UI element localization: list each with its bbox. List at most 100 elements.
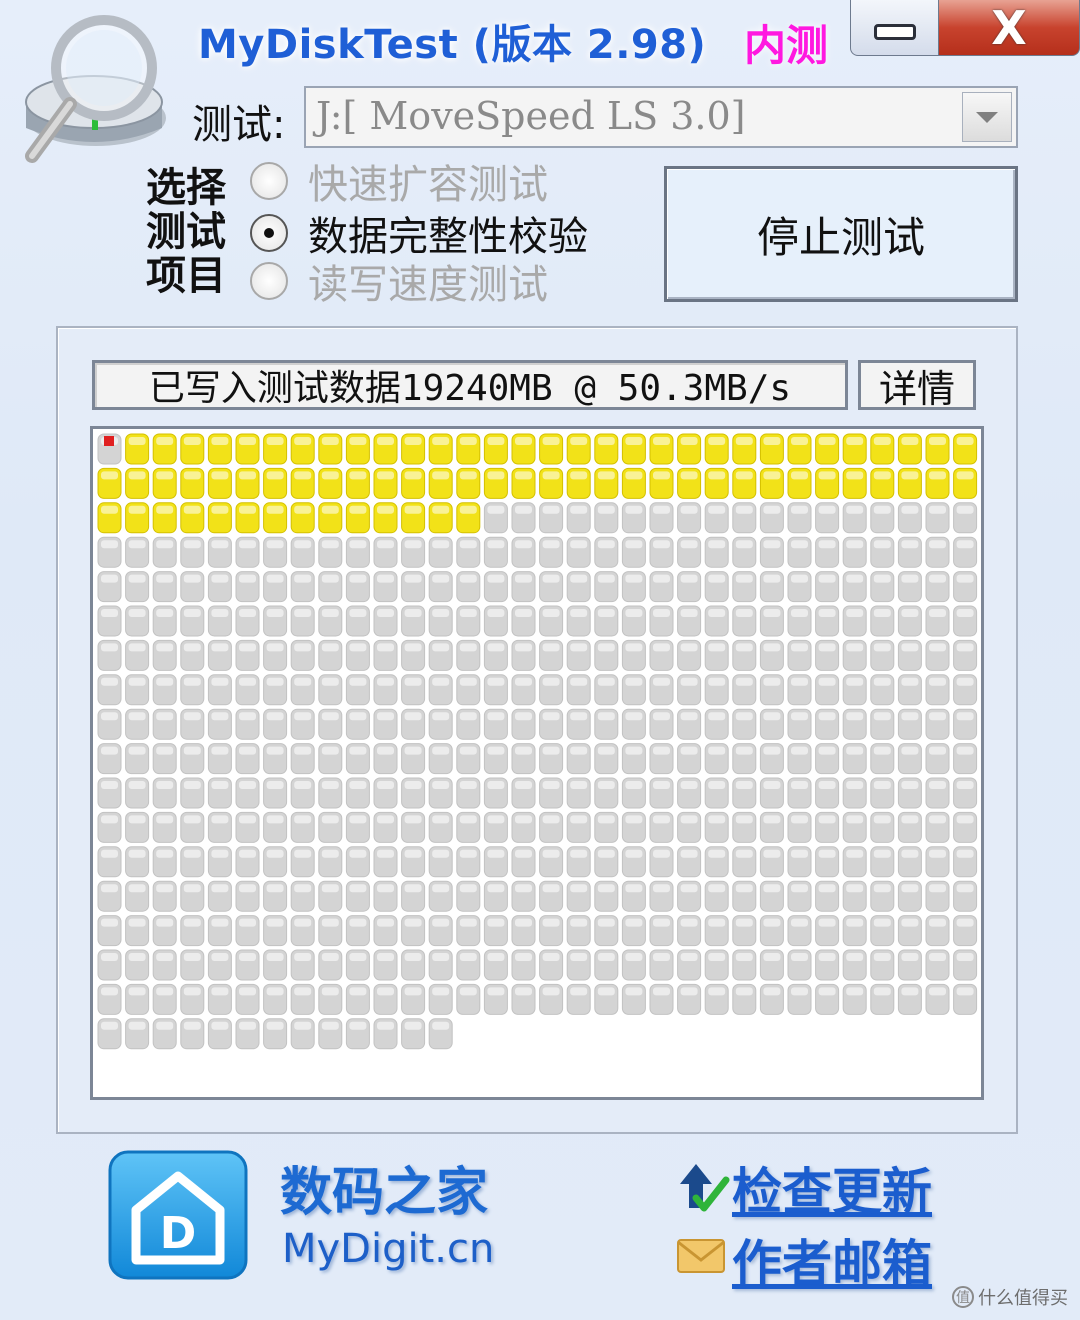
block-highlight — [929, 746, 946, 755]
block-highlight — [404, 609, 422, 617]
block-highlight — [211, 505, 229, 514]
details-button[interactable]: 详情 — [858, 360, 976, 411]
block-highlight — [597, 746, 615, 755]
block-highlight — [404, 505, 422, 514]
block-highlight — [404, 781, 422, 789]
radio-quick-capacity-test[interactable]: 快速扩容测试 — [250, 156, 548, 208]
block-highlight — [597, 815, 615, 824]
mydigit-home-logo-icon[interactable]: D — [106, 1148, 250, 1284]
block-highlight — [349, 781, 367, 789]
radio-button[interactable] — [250, 262, 288, 300]
block-highlight — [542, 849, 560, 858]
block-highlight — [791, 815, 808, 824]
block-highlight — [542, 505, 560, 514]
block-highlight — [956, 609, 974, 617]
block-highlight — [625, 746, 643, 755]
radio-button[interactable] — [250, 162, 288, 200]
block-highlight — [570, 609, 588, 617]
block-highlight — [515, 471, 532, 480]
block-highlight — [570, 471, 588, 480]
block-highlight — [542, 677, 560, 686]
block-highlight — [487, 471, 505, 480]
block-highlight — [735, 643, 753, 652]
progress-group: 已写入测试数据19240MB @ 50.3MB/s 详情 — [56, 326, 1018, 1134]
block-highlight — [156, 918, 174, 927]
block-highlight — [321, 677, 339, 686]
radio-read-write-speed-test[interactable]: 读写速度测试 — [250, 256, 548, 308]
minimize-button[interactable] — [850, 0, 940, 56]
minimize-icon — [874, 23, 916, 40]
close-button[interactable]: X — [938, 0, 1080, 56]
block-highlight — [846, 677, 864, 686]
block-highlight — [183, 746, 201, 755]
block-highlight — [791, 574, 808, 583]
block-highlight — [929, 712, 946, 721]
block-highlight — [101, 884, 118, 893]
block-highlight — [432, 471, 450, 480]
block-highlight — [101, 849, 118, 858]
stop-test-label: 停止测试 — [756, 212, 925, 262]
block-highlight — [625, 574, 643, 583]
author-email-link[interactable]: 作者邮箱 — [732, 1224, 932, 1296]
dropdown-arrow-button[interactable] — [962, 92, 1012, 142]
block-highlight — [156, 471, 174, 480]
mail-icon — [677, 1239, 725, 1273]
block-highlight — [294, 884, 312, 893]
block-highlight — [570, 918, 588, 927]
stop-test-button[interactable]: 停止测试 — [664, 166, 1018, 302]
drive-select[interactable]: J:[ MoveSpeed LS 3.0] — [304, 86, 1018, 148]
block-highlight — [653, 918, 670, 927]
block-highlight — [404, 471, 422, 480]
block-highlight — [294, 953, 312, 961]
block-highlight — [735, 471, 753, 480]
block-highlight — [846, 540, 864, 549]
block-highlight — [211, 471, 229, 480]
block-highlight — [294, 643, 312, 652]
block-highlight — [735, 953, 753, 961]
block-highlight — [625, 918, 643, 927]
block-highlight — [101, 677, 118, 686]
block-highlight — [791, 884, 808, 893]
block-highlight — [183, 884, 201, 893]
block-highlight — [239, 781, 256, 789]
block-highlight — [183, 505, 201, 514]
block-highlight — [211, 677, 229, 686]
block-highlight — [929, 540, 946, 549]
radio-button-checked[interactable] — [250, 214, 288, 252]
block-highlight — [266, 609, 284, 617]
block-highlight — [404, 643, 422, 652]
window-title: MyDiskTest (版本 2.98) — [198, 22, 707, 68]
block-highlight — [432, 677, 450, 686]
block-highlight — [791, 849, 808, 858]
block-highlight — [929, 471, 946, 480]
block-highlight — [128, 437, 146, 445]
radio-data-integrity-check[interactable]: 数据完整性校验 — [250, 208, 588, 260]
block-highlight — [349, 884, 367, 893]
block-highlight — [901, 712, 919, 721]
block-highlight — [459, 437, 477, 445]
block-highlight — [101, 987, 118, 996]
block-highlight — [377, 437, 394, 445]
block-highlight — [321, 953, 339, 961]
block-highlight — [653, 437, 670, 445]
block-highlight — [597, 712, 615, 721]
block-highlight — [735, 781, 753, 789]
block-highlight — [156, 677, 174, 686]
block-highlight — [349, 609, 367, 617]
block-highlight — [515, 505, 532, 514]
block-highlight — [183, 953, 201, 961]
block-highlight — [183, 540, 201, 549]
check-update-link[interactable]: 检查更新 — [732, 1152, 932, 1224]
block-highlight — [625, 781, 643, 789]
block-highlight — [294, 1021, 312, 1030]
block-highlight — [432, 609, 450, 617]
block-highlight — [515, 712, 532, 721]
block-highlight — [956, 471, 974, 480]
block-highlight — [404, 746, 422, 755]
block-highlight — [929, 815, 946, 824]
block-highlight — [956, 849, 974, 858]
block-highlight — [156, 987, 174, 996]
block-highlight — [625, 505, 643, 514]
status-text: 已写入测试数据19240MB @ 50.3MB/s — [92, 360, 848, 410]
block-highlight — [321, 849, 339, 858]
